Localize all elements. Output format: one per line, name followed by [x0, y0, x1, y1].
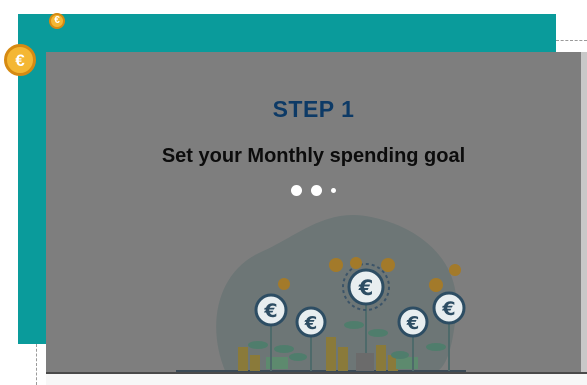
- euro-coin-icon: €: [49, 13, 65, 29]
- background-blob: [216, 215, 457, 372]
- euro-coin-icon: €: [4, 44, 36, 76]
- svg-text:€: €: [263, 300, 277, 322]
- dashed-guide-right: [556, 40, 587, 41]
- svg-text:€: €: [358, 276, 374, 300]
- dashed-guide-left: [36, 344, 37, 385]
- step-label: STEP 1: [272, 96, 355, 122]
- euro-coin-icon: €: [254, 293, 288, 327]
- banknote: [266, 357, 288, 369]
- euro-money-tree-illustration: € € € € €: [176, 215, 466, 372]
- svg-text:€: €: [406, 313, 420, 334]
- card-bottom-panel: [46, 372, 587, 385]
- onboarding-card: STEP 1 Set your Monthly spending goal € …: [46, 52, 587, 385]
- svg-text:€: €: [304, 313, 318, 334]
- euro-coin-icon: €: [295, 306, 327, 338]
- euro-coin-icon: €: [397, 306, 429, 338]
- coin-stack: [250, 355, 260, 371]
- coin-stack: [338, 347, 348, 371]
- coin-stack: [326, 337, 336, 371]
- onboarding-overlay: STEP 1 Set your Monthly spending goal € …: [46, 52, 581, 372]
- coin-stack: [376, 345, 386, 371]
- step-heading: Set your Monthly spending goal: [161, 145, 466, 167]
- euro-symbol: €: [15, 50, 25, 70]
- coin-stack: [238, 347, 248, 371]
- card-edge-strip: [581, 52, 587, 372]
- plant-pot: [356, 353, 374, 371]
- euro-symbol: €: [54, 15, 60, 26]
- euro-coin-icon: €: [432, 291, 466, 325]
- svg-text:€: €: [441, 298, 455, 320]
